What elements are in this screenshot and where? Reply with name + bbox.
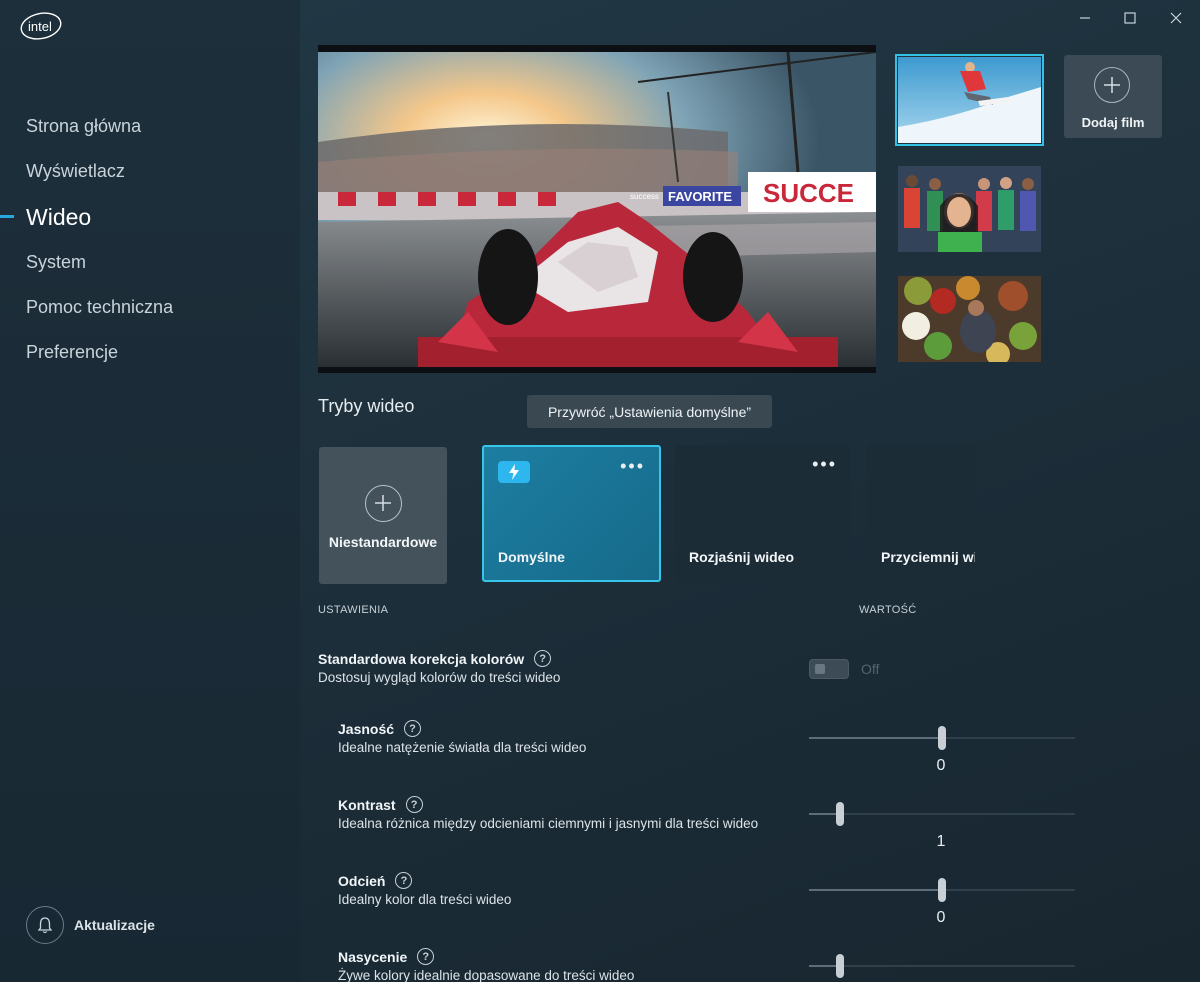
saturation-slider[interactable]	[809, 954, 1075, 978]
sidebar-item-system[interactable]: System	[26, 252, 86, 273]
settings-column-header: USTAWIENIA	[318, 604, 389, 616]
mode-label: Przyciemnij wi	[881, 549, 975, 565]
brightness-title: Jasność?	[338, 720, 422, 737]
toggle-knob	[815, 664, 825, 674]
more-options-icon[interactable]: •••	[812, 455, 837, 473]
thumbnail-market[interactable]	[898, 276, 1041, 362]
sidebar-item-strona-glowna[interactable]: Strona główna	[26, 116, 141, 137]
video-preview: FAVORITE SUCCE success	[318, 45, 876, 373]
brightness-value: 0	[936, 757, 946, 774]
hue-value: 0	[936, 909, 946, 926]
video-modes-title: Tryby wideo	[318, 396, 415, 416]
close-icon[interactable]	[1166, 8, 1186, 28]
setting-title-text: Kontrast	[338, 796, 396, 813]
hue-title: Odcień?	[338, 872, 413, 889]
mode-darken-button[interactable]: Przyciemnij wi	[867, 445, 975, 582]
svg-text:FAVORITE: FAVORITE	[668, 189, 732, 204]
contrast-value: 1	[936, 833, 946, 850]
slider-thumb[interactable]	[835, 954, 844, 978]
slider-fill	[809, 737, 942, 739]
contrast-desc: Idealna różnica między odcieniami ciemny…	[338, 816, 759, 831]
slider-thumb[interactable]	[835, 802, 844, 826]
setting-title-text: Standardowa korekcja kolorów	[318, 650, 525, 667]
help-icon[interactable]: ?	[404, 720, 422, 737]
intel-logo: intel	[20, 12, 62, 40]
slider-thumb[interactable]	[938, 878, 946, 902]
race-car-image: FAVORITE SUCCE success	[318, 52, 876, 367]
help-icon[interactable]: ?	[395, 872, 413, 889]
active-nav-indicator	[0, 215, 14, 218]
svg-text:SUCCE: SUCCE	[763, 178, 854, 208]
updates-button[interactable]: Aktualizacje	[26, 906, 155, 944]
sidebar: intel Strona główna Wyświetlacz Wideo Sy…	[0, 0, 300, 982]
help-icon[interactable]: ?	[417, 948, 435, 965]
setting-title-text: Nasycenie	[338, 948, 408, 965]
svg-text:success: success	[630, 192, 659, 201]
mode-label: Niestandardowe	[328, 534, 438, 550]
sidebar-item-preferencje[interactable]: Preferencje	[26, 342, 118, 363]
contrast-title: Kontrast?	[338, 796, 423, 813]
hue-desc: Idealny kolor dla treści wideo	[338, 892, 512, 907]
lightning-icon	[498, 461, 530, 483]
maximize-icon[interactable]	[1120, 8, 1140, 28]
setting-title-text: Odcień	[338, 872, 386, 889]
help-icon[interactable]: ?	[405, 796, 423, 813]
more-options-icon[interactable]: •••	[620, 457, 645, 475]
brightness-desc: Idealne natężenie światła dla treści wid…	[338, 740, 587, 755]
add-film-label: Dodaj film	[1081, 115, 1145, 130]
add-film-button[interactable]: Dodaj film	[1064, 55, 1162, 138]
slider-fill	[809, 965, 840, 967]
plus-icon	[1094, 67, 1130, 103]
contrast-slider[interactable]	[809, 802, 1075, 826]
bell-icon	[26, 906, 64, 944]
thumbnail-snowboarder[interactable]	[895, 54, 1044, 146]
restore-defaults-tooltip: Przywróć „Ustawienia domyślne”	[527, 395, 772, 428]
brightness-slider[interactable]	[809, 726, 1075, 750]
slider-fill	[809, 813, 840, 815]
help-icon[interactable]: ?	[534, 650, 552, 667]
mode-default-button[interactable]: ••• Domyślne	[482, 445, 661, 582]
hue-slider[interactable]	[809, 878, 1075, 902]
mode-label: Rozjaśnij wideo	[689, 549, 795, 565]
sidebar-item-pomoc-techniczna[interactable]: Pomoc techniczna	[26, 297, 173, 318]
saturation-title: Nasycenie?	[338, 948, 435, 965]
sidebar-item-wideo[interactable]: Wideo	[26, 204, 91, 231]
color-correction-toggle-label: Off	[861, 661, 880, 677]
mode-brighten-button[interactable]: ••• Rozjaśnij wideo	[675, 445, 851, 582]
mode-label: Domyślne	[498, 549, 565, 565]
updates-label: Aktualizacje	[74, 917, 155, 933]
saturation-desc: Żywe kolory idealnie dopasowane do treśc…	[338, 968, 635, 982]
slider-fill	[809, 889, 942, 891]
mode-custom-button[interactable]: Niestandardowe	[319, 447, 447, 584]
slider-thumb[interactable]	[938, 726, 946, 750]
color-correction-toggle[interactable]	[809, 659, 849, 679]
value-column-header: WARTOŚĆ	[859, 604, 917, 616]
setting-title-text: Jasność	[338, 720, 395, 737]
svg-text:intel: intel	[28, 19, 52, 34]
color-correction-title: Standardowa korekcja kolorów ?	[318, 650, 552, 667]
thumbnail-people[interactable]	[898, 166, 1041, 252]
minimize-icon[interactable]	[1075, 8, 1095, 28]
sidebar-item-wyswietlacz[interactable]: Wyświetlacz	[26, 161, 125, 182]
plus-icon	[365, 485, 402, 522]
color-correction-desc: Dostosuj wygląd kolorów do treści wideo	[318, 670, 561, 685]
